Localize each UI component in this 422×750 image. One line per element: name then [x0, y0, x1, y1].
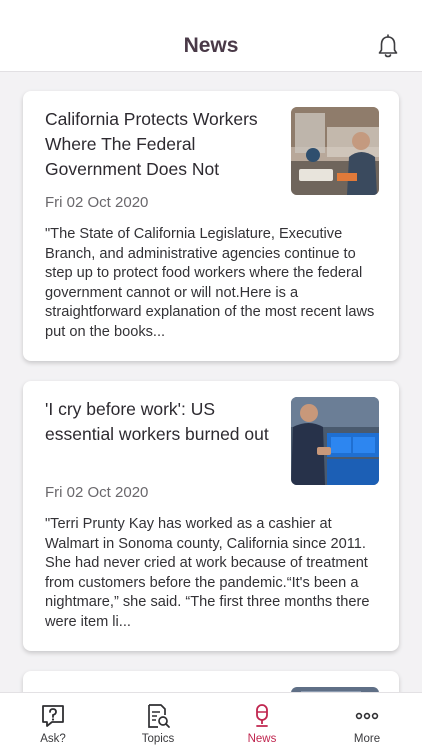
news-card[interactable]: California Protects Workers Where The Fe…: [23, 91, 399, 361]
article-title[interactable]: 'I cry before work': US essential worker…: [45, 397, 275, 447]
tab-label: Ask?: [40, 733, 66, 745]
topics-icon: [148, 704, 170, 728]
article-thumbnail[interactable]: [291, 397, 379, 485]
question-icon: [42, 705, 64, 727]
news-card[interactable]: [23, 671, 399, 692]
article-date: Fri 02 Oct 2020: [45, 484, 149, 501]
bell-icon[interactable]: [376, 34, 400, 60]
article-title[interactable]: California Protects Workers Where The Fe…: [45, 107, 275, 182]
page-title: News: [183, 34, 239, 57]
more-icon: [355, 712, 379, 720]
bottom-tab-bar: Ask? Topics News More: [0, 692, 422, 750]
news-card[interactable]: 'I cry before work': US essential worker…: [23, 381, 399, 651]
tab-label: Topics: [141, 733, 175, 745]
tab-news[interactable]: News: [222, 693, 302, 750]
tab-more[interactable]: More: [327, 693, 407, 750]
tab-ask[interactable]: Ask?: [13, 693, 93, 750]
tab-label: More: [353, 733, 381, 745]
tab-label: News: [247, 733, 277, 745]
app-header: News: [0, 0, 422, 72]
article-excerpt: "Terri Prunty Kay has worked as a cashie…: [45, 516, 370, 630]
article-date: Fri 02 Oct 2020: [45, 194, 149, 211]
news-mic-icon: [256, 704, 268, 727]
news-feed[interactable]: California Protects Workers Where The Fe…: [0, 72, 422, 692]
tab-topics[interactable]: Topics: [118, 693, 198, 750]
article-thumbnail[interactable]: [291, 107, 379, 195]
article-excerpt: "The State of California Legislature, Ex…: [45, 226, 375, 340]
